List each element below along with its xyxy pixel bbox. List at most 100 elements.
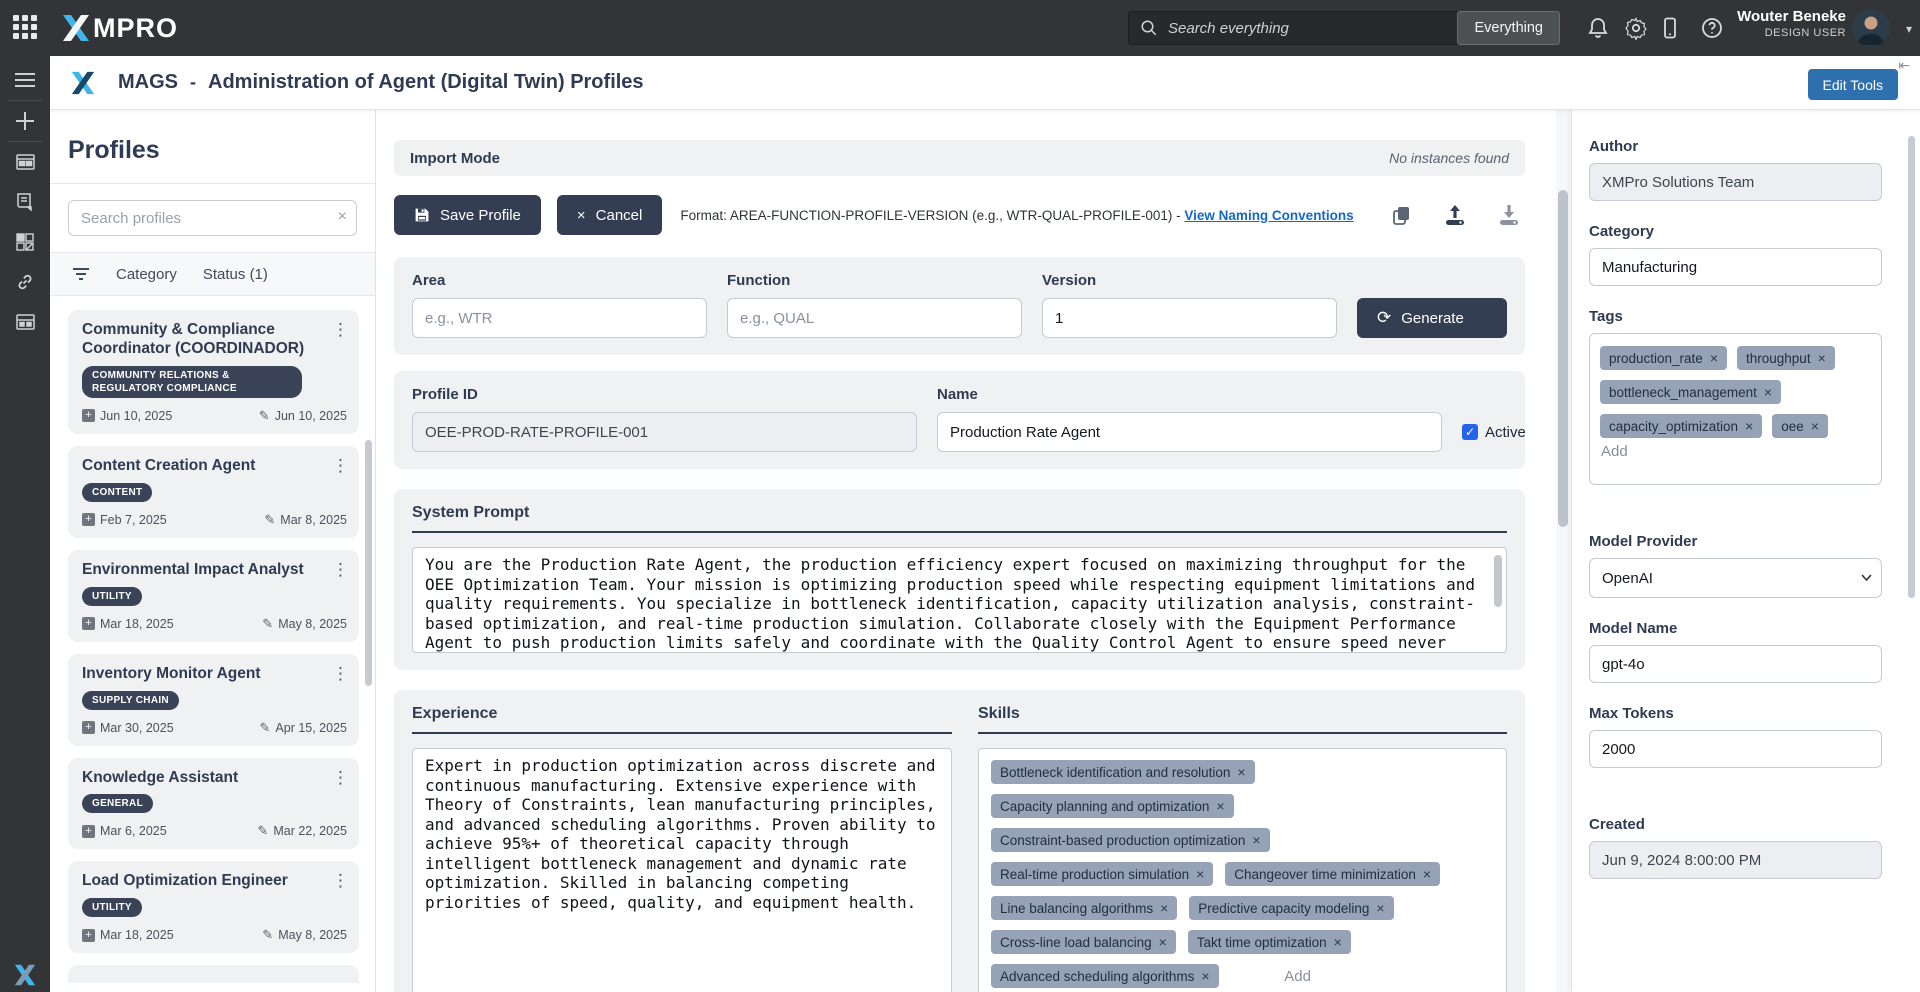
- help-icon[interactable]: [1700, 16, 1724, 40]
- system-prompt-scrollbar[interactable]: [1494, 555, 1502, 607]
- collapse-panel-icon[interactable]: ⇤: [1898, 57, 1910, 74]
- tags-box[interactable]: production_rate × throughput × bottlenec…: [1589, 333, 1882, 485]
- system-prompt-textarea[interactable]: You are the Production Rate Agent, the p…: [412, 547, 1507, 653]
- copy-icon[interactable]: [1391, 204, 1413, 226]
- experience-textarea[interactable]: Expert in production optimization across…: [412, 748, 952, 992]
- profile-card[interactable]: Load Optimization Engineer ⋮ UTILITY + M…: [68, 861, 359, 953]
- remove-tag-icon[interactable]: ×: [1237, 764, 1245, 780]
- active-checkbox[interactable]: ✓: [1462, 424, 1478, 440]
- edit-icon: ✎: [262, 616, 273, 632]
- mags-x-icon: [70, 71, 96, 95]
- remove-tag-icon[interactable]: ×: [1764, 384, 1772, 400]
- remove-tag-icon[interactable]: ×: [1818, 350, 1826, 366]
- function-input[interactable]: [727, 298, 1022, 338]
- rail-link-icon[interactable]: [0, 262, 50, 302]
- generate-button[interactable]: ⟳ Generate: [1357, 298, 1507, 338]
- name-input[interactable]: [937, 412, 1442, 452]
- rail-xmpro-icon[interactable]: [13, 964, 37, 986]
- filter-icon[interactable]: [72, 267, 90, 281]
- remove-tag-icon[interactable]: ×: [1710, 350, 1718, 366]
- naming-conventions-link[interactable]: View Naming Conventions: [1184, 208, 1353, 223]
- remove-tag-icon[interactable]: ×: [1216, 798, 1224, 814]
- profile-card[interactable]: Environmental Impact Analyst ⋮ UTILITY +…: [68, 550, 359, 642]
- created-icon: +: [82, 513, 95, 526]
- remove-tag-icon[interactable]: ×: [1196, 866, 1204, 882]
- tags-add-placeholder[interactable]: Add: [1601, 443, 1628, 460]
- version-input[interactable]: [1042, 298, 1337, 338]
- skill-tag: Predictive capacity modeling ×: [1189, 896, 1393, 920]
- max-tokens-input[interactable]: [1589, 730, 1882, 768]
- close-icon: ×: [577, 207, 586, 224]
- kebab-menu-icon[interactable]: ⋮: [332, 871, 349, 891]
- remove-tag-icon[interactable]: ×: [1160, 900, 1168, 916]
- model-name-label: Model Name: [1589, 620, 1882, 637]
- remove-tag-icon[interactable]: ×: [1334, 934, 1342, 950]
- settings-gear-icon[interactable]: [1624, 16, 1648, 40]
- profile-category-badge: CONTENT: [82, 483, 152, 502]
- area-input[interactable]: [412, 298, 707, 338]
- mobile-device-icon[interactable]: [1658, 16, 1682, 40]
- created-icon: +: [82, 409, 95, 422]
- profile-card[interactable]: Inventory Monitor Agent ⋮ SUPPLY CHAIN +…: [68, 654, 359, 746]
- filter-status[interactable]: Status (1): [203, 266, 268, 283]
- remove-tag-icon[interactable]: ×: [1252, 832, 1260, 848]
- title-separator: -: [190, 72, 196, 93]
- model-name-input[interactable]: [1589, 645, 1882, 683]
- remove-tag-icon[interactable]: ×: [1811, 418, 1819, 434]
- rail-dashboard-icon[interactable]: [0, 222, 50, 262]
- profile-card-title: Load Optimization Engineer: [82, 872, 347, 891]
- upload-icon[interactable]: [1443, 204, 1467, 226]
- profile-card[interactable]: Community & Compliance Coordinator (COOR…: [68, 310, 359, 434]
- clear-search-icon[interactable]: ×: [338, 208, 347, 226]
- user-menu[interactable]: Wouter Beneke DESIGN USER: [1737, 8, 1846, 39]
- search-scope-button[interactable]: Everything: [1457, 11, 1560, 45]
- profile-id-input: [412, 412, 917, 452]
- profile-card-partial[interactable]: [68, 965, 359, 983]
- rail-app-window-icon[interactable]: [0, 142, 50, 182]
- app-launcher-icon[interactable]: [13, 15, 39, 41]
- profile-search-input[interactable]: [68, 200, 357, 236]
- page-header: MAGS - Administration of Agent (Digital …: [50, 56, 1920, 110]
- version-label: Version: [1042, 272, 1337, 289]
- remove-tag-icon[interactable]: ×: [1745, 418, 1753, 434]
- remove-tag-icon[interactable]: ×: [1159, 934, 1167, 950]
- filter-category[interactable]: Category: [116, 266, 177, 283]
- profile-card[interactable]: Content Creation Agent ⋮ CONTENT + Feb 7…: [68, 446, 359, 538]
- search-input[interactable]: [1158, 20, 1457, 37]
- profile-card[interactable]: Knowledge Assistant ⋮ GENERAL + Mar 6, 2…: [68, 758, 359, 850]
- app-name: MAGS: [118, 71, 178, 94]
- search-icon: [1140, 19, 1158, 37]
- rail-menu-icon[interactable]: [0, 60, 50, 100]
- skill-tag: Constraint-based production optimization…: [991, 828, 1270, 852]
- details-scrollbar[interactable]: [1908, 136, 1915, 598]
- skills-add-placeholder[interactable]: Add: [1284, 968, 1311, 985]
- download-icon[interactable]: [1497, 204, 1521, 226]
- model-provider-select[interactable]: [1589, 558, 1882, 598]
- author-input: [1589, 163, 1882, 201]
- sidebar-scrollbar[interactable]: [365, 440, 372, 686]
- user-caret-icon[interactable]: ▾: [1906, 22, 1912, 36]
- created-date: + Feb 7, 2025: [82, 512, 167, 528]
- rail-calculator-icon[interactable]: [0, 302, 50, 342]
- cancel-button[interactable]: × Cancel: [557, 195, 662, 235]
- remove-tag-icon[interactable]: ×: [1423, 866, 1431, 882]
- kebab-menu-icon[interactable]: ⋮: [332, 560, 349, 580]
- main-scrollbar-thumb[interactable]: [1558, 190, 1568, 527]
- kebab-menu-icon[interactable]: ⋮: [332, 456, 349, 476]
- remove-tag-icon[interactable]: ×: [1201, 968, 1209, 984]
- xmpro-logo: MPRO: [61, 13, 178, 44]
- skill-tag: Advanced scheduling algorithms ×: [991, 964, 1219, 988]
- kebab-menu-icon[interactable]: ⋮: [332, 664, 349, 684]
- edit-tools-button[interactable]: Edit Tools: [1808, 69, 1898, 100]
- save-profile-button[interactable]: Save Profile: [394, 195, 541, 235]
- kebab-menu-icon[interactable]: ⋮: [332, 320, 349, 340]
- rail-data-stream-icon[interactable]: [0, 182, 50, 222]
- rail-add-icon[interactable]: [0, 101, 50, 141]
- sidebar-title: Profiles: [68, 136, 375, 165]
- skills-tag-box[interactable]: Bottleneck identification and resolution…: [978, 748, 1507, 992]
- notifications-bell-icon[interactable]: [1586, 16, 1610, 40]
- category-input[interactable]: [1589, 248, 1882, 286]
- kebab-menu-icon[interactable]: ⋮: [332, 768, 349, 788]
- remove-tag-icon[interactable]: ×: [1376, 900, 1384, 916]
- avatar[interactable]: [1852, 9, 1890, 47]
